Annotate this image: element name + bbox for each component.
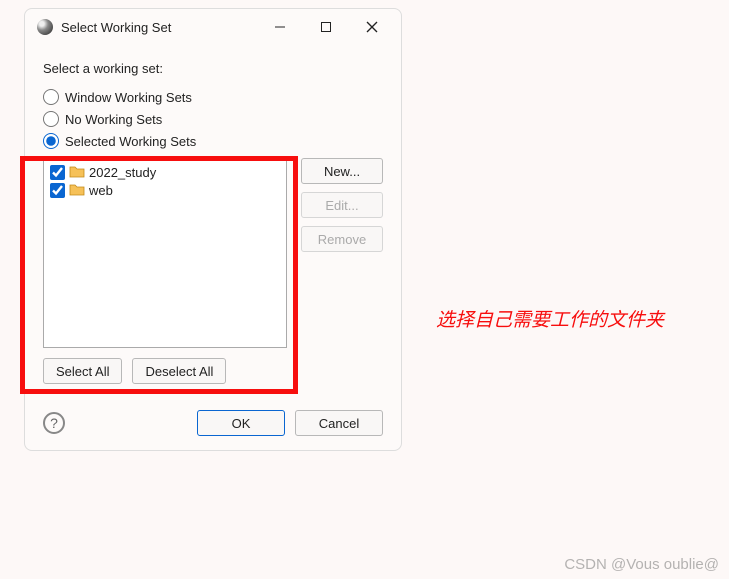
radio-window-working-sets[interactable]: Window Working Sets [43, 86, 383, 108]
ok-button[interactable]: OK [197, 410, 285, 436]
prompt-label: Select a working set: [43, 61, 383, 76]
dialog-body: Select a working set: Window Working Set… [25, 45, 401, 450]
radio-input[interactable] [43, 111, 59, 127]
list-checkbox[interactable] [50, 165, 65, 180]
radio-selected-working-sets[interactable]: Selected Working Sets [43, 130, 383, 152]
remove-button[interactable]: Remove [301, 226, 383, 252]
working-sets-listbox[interactable]: 2022_study web [43, 158, 287, 348]
list-item-label: 2022_study [89, 165, 156, 180]
list-checkbox[interactable] [50, 183, 65, 198]
radio-input[interactable] [43, 133, 59, 149]
maximize-button[interactable] [303, 12, 349, 42]
list-item[interactable]: 2022_study [48, 163, 282, 181]
dialog-footer: ? OK Cancel [43, 410, 383, 436]
dialog-title: Select Working Set [61, 20, 257, 35]
minimize-button[interactable] [257, 12, 303, 42]
side-buttons: New... Edit... Remove [301, 158, 383, 252]
annotation-text: 选择自己需要工作的文件夹 [436, 305, 664, 332]
titlebar: Select Working Set [25, 9, 401, 45]
radio-label: Selected Working Sets [65, 134, 196, 149]
list-item[interactable]: web [48, 181, 282, 199]
watermark: CSDN @Vous oublie@ [564, 556, 719, 573]
radio-label: Window Working Sets [65, 90, 192, 105]
list-item-label: web [89, 183, 113, 198]
app-icon [37, 19, 53, 35]
deselect-all-button[interactable]: Deselect All [132, 358, 226, 384]
cancel-button[interactable]: Cancel [295, 410, 383, 436]
edit-button[interactable]: Edit... [301, 192, 383, 218]
radio-input[interactable] [43, 89, 59, 105]
select-working-set-dialog: Select Working Set Select a working set:… [24, 8, 402, 451]
radio-no-working-sets[interactable]: No Working Sets [43, 108, 383, 130]
folder-icon [69, 164, 85, 180]
close-button[interactable] [349, 12, 395, 42]
content-row: 2022_study web New... Edit... Remove [43, 158, 383, 348]
help-icon[interactable]: ? [43, 412, 65, 434]
select-all-button[interactable]: Select All [43, 358, 122, 384]
selection-buttons: Select All Deselect All [43, 358, 383, 384]
radio-label: No Working Sets [65, 112, 162, 127]
folder-icon [69, 182, 85, 198]
new-button[interactable]: New... [301, 158, 383, 184]
